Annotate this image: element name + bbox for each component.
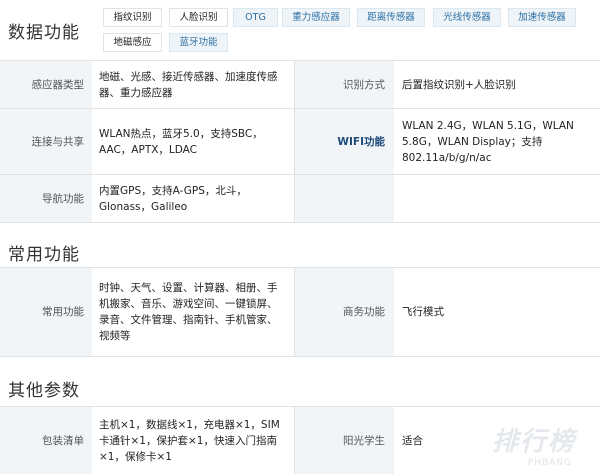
watermark-subtext: PHBANG (527, 458, 572, 468)
row-label: 包装清单 (0, 406, 92, 474)
section-title-data-features: 数据功能 (8, 23, 80, 43)
row-value: 后置指纹识别+人脸识别 (394, 60, 600, 109)
row-label: 阳光学生 (294, 406, 394, 474)
row-label (294, 174, 394, 223)
tag-acceleration-sensor[interactable]: 加速传感器 (508, 8, 576, 27)
tag-geomagnetic[interactable]: 地磁感应 (103, 33, 162, 52)
row-value: 主机×1，数据线×1，充电器×1，SIM卡通针×1，保护套×1，快速入门指南×1… (92, 406, 295, 474)
tag-face-recognition[interactable]: 人脸识别 (169, 8, 228, 27)
data-features-table: 感应器类型 地磁、光感、接近传感器、加速度传感器、重力感应器 识别方式 后置指纹… (0, 60, 600, 223)
section-title-other-params: 其他参数 (8, 381, 80, 401)
section-title-common-features: 常用功能 (8, 245, 80, 265)
common-features-header: 常用功能 (0, 223, 600, 267)
row-value: WLAN热点，蓝牙5.0，支持SBC，AAC，APTX，LDAC (92, 108, 295, 175)
row-label: 常用功能 (0, 267, 92, 357)
table-row: 导航功能 内置GPS，支持A-GPS，北斗，Glonass，Galileo (0, 174, 600, 223)
watermark-logo: 排行榜 (491, 427, 576, 457)
row-label: 感应器类型 (0, 60, 92, 109)
tag-light-sensor[interactable]: 光线传感器 (433, 8, 501, 27)
row-value: 地磁、光感、接近传感器、加速度传感器、重力感应器 (92, 60, 295, 109)
common-features-table: 常用功能 时钟、天气、设置、计算器、相册、手机搬家、音乐、游戏空间、一键锁屏、录… (0, 267, 600, 357)
tag-bluetooth[interactable]: 蓝牙功能 (169, 33, 228, 52)
row-value: 时钟、天气、设置、计算器、相册、手机搬家、音乐、游戏空间、一键锁屏、录音、文件管… (92, 267, 295, 357)
row-label: WIFI功能 (294, 108, 394, 175)
row-label: 导航功能 (0, 174, 92, 223)
tag-gravity-sensor[interactable]: 重力感应器 (282, 8, 350, 27)
table-row: 感应器类型 地磁、光感、接近传感器、加速度传感器、重力感应器 识别方式 后置指纹… (0, 60, 600, 109)
tag-fingerprint[interactable]: 指纹识别 (103, 8, 162, 27)
row-label: 商务功能 (294, 267, 394, 357)
row-value (394, 174, 600, 223)
row-label: 连接与共享 (0, 108, 92, 175)
table-row: 连接与共享 WLAN热点，蓝牙5.0，支持SBC，AAC，APTX，LDAC W… (0, 108, 600, 175)
data-features-header: 数据功能 指纹识别 人脸识别 OTG 重力感应器 距离传感器 光线传感器 加速传… (0, 0, 600, 60)
table-row: 常用功能 时钟、天气、设置、计算器、相册、手机搬家、音乐、游戏空间、一键锁屏、录… (0, 267, 600, 357)
row-value: 内置GPS，支持A-GPS，北斗，Glonass，Galileo (92, 174, 295, 223)
tag-distance-sensor[interactable]: 距离传感器 (357, 8, 425, 27)
row-value: WLAN 2.4G，WLAN 5.1G，WLAN 5.8G，WLAN Displ… (394, 108, 600, 175)
row-value: 飞行模式 (394, 267, 600, 357)
other-params-header: 其他参数 (0, 358, 600, 406)
tag-otg[interactable]: OTG (233, 8, 278, 27)
row-label: 识别方式 (294, 60, 394, 109)
